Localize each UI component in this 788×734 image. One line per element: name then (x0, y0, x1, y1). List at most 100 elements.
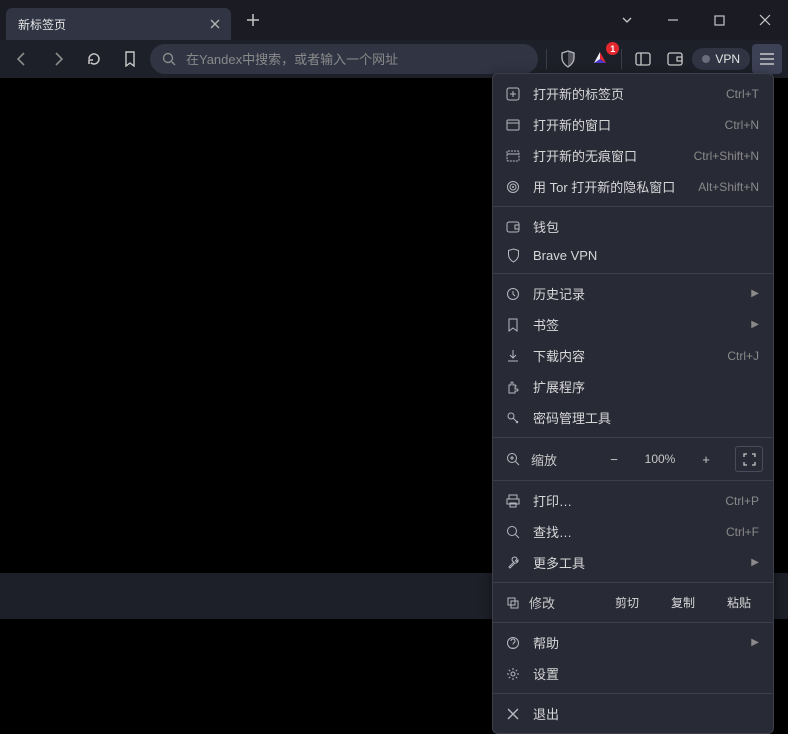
menu-shortcut: Ctrl+P (725, 494, 759, 508)
puzzle-icon (505, 380, 521, 394)
menu-label: 退出 (533, 704, 759, 723)
zoom-value: 100% (637, 452, 683, 466)
menu-label: 打开新的无痕窗口 (533, 146, 682, 165)
chevron-right-icon: ▶ (751, 288, 759, 299)
reload-button[interactable] (78, 43, 110, 75)
fullscreen-button[interactable] (735, 446, 763, 472)
window-icon (505, 119, 521, 131)
zoom-icon (505, 452, 521, 466)
gear-icon (505, 667, 521, 681)
download-icon (505, 349, 521, 363)
menu-item-bookmarks[interactable]: 书签 ▶ (493, 309, 773, 340)
menu-shortcut: Ctrl+T (726, 87, 759, 101)
close-icon[interactable] (207, 16, 223, 32)
menu-label: 下载内容 (533, 346, 715, 365)
menu-item-edit: 修改 剪切 复制 粘贴 (493, 587, 773, 618)
menu-item-zoom: 缩放 − 100% + (493, 442, 773, 476)
maximize-button[interactable] (696, 0, 742, 40)
menu-item-find[interactable]: 查找… Ctrl+F (493, 516, 773, 547)
menu-item-downloads[interactable]: 下载内容 Ctrl+J (493, 340, 773, 371)
menu-shortcut: Ctrl+N (725, 118, 759, 132)
menu-item-new-tor[interactable]: 用 Tor 打开新的隐私窗口 Alt+Shift+N (493, 171, 773, 202)
menu-item-print[interactable]: 打印… Ctrl+P (493, 485, 773, 516)
sidebar-toggle-icon[interactable] (628, 44, 658, 74)
cut-button[interactable]: 剪切 (603, 591, 651, 614)
menu-label: 扩展程序 (533, 377, 759, 396)
bookmark-icon (505, 318, 521, 332)
menu-label: 缩放 (531, 450, 591, 469)
address-bar[interactable] (150, 44, 538, 74)
menu-item-new-incognito[interactable]: 打开新的无痕窗口 Ctrl+Shift+N (493, 140, 773, 171)
search-icon (505, 525, 521, 539)
chevron-down-icon[interactable] (604, 0, 650, 40)
minimize-button[interactable] (650, 0, 696, 40)
close-icon (505, 708, 521, 720)
menu-label: 查找… (533, 522, 714, 541)
menu-shortcut: Ctrl+J (727, 349, 759, 363)
vpn-label: VPN (715, 52, 740, 66)
menu-separator (493, 582, 773, 583)
titlebar: 新标签页 (0, 0, 788, 40)
menu-separator (493, 206, 773, 207)
menu-item-wallet[interactable]: 钱包 (493, 211, 773, 242)
shields-icon[interactable] (553, 44, 583, 74)
menu-label: 打印… (533, 491, 713, 510)
menu-item-exit[interactable]: 退出 (493, 698, 773, 729)
menu-label: Brave VPN (533, 248, 759, 263)
wallet-icon[interactable] (660, 44, 690, 74)
print-icon (505, 494, 521, 508)
address-input[interactable] (186, 52, 526, 67)
menu-shortcut: Ctrl+F (726, 525, 759, 539)
menu-separator (493, 693, 773, 694)
app-menu-button[interactable] (752, 44, 782, 74)
vpn-button[interactable]: VPN (692, 48, 750, 70)
menu-separator (493, 273, 773, 274)
history-icon (505, 287, 521, 301)
back-button[interactable] (6, 43, 38, 75)
menu-shortcut: Alt+Shift+N (698, 180, 759, 194)
incognito-icon (505, 150, 521, 162)
wallet-icon (505, 221, 521, 233)
help-icon (505, 636, 521, 650)
toolbar-right: 1 VPN (542, 44, 782, 74)
menu-label: 密码管理工具 (533, 408, 759, 427)
menu-label: 历史记录 (533, 284, 739, 303)
copy-button[interactable]: 复制 (659, 591, 707, 614)
window-controls (604, 0, 788, 40)
key-icon (505, 411, 521, 425)
new-tab-button[interactable] (239, 6, 267, 34)
new-tab-icon (505, 87, 521, 101)
tab-strip: 新标签页 (0, 0, 267, 40)
menu-label: 打开新的标签页 (533, 84, 714, 103)
menu-label: 书签 (533, 315, 739, 334)
brave-rewards-icon[interactable]: 1 (585, 44, 615, 74)
menu-label: 打开新的窗口 (533, 115, 713, 134)
menu-item-settings[interactable]: 设置 (493, 658, 773, 689)
menu-separator (493, 437, 773, 438)
bookmark-button[interactable] (114, 43, 146, 75)
vpn-status-dot (702, 55, 710, 63)
menu-item-more-tools[interactable]: 更多工具 ▶ (493, 547, 773, 578)
tab-title: 新标签页 (18, 16, 207, 33)
menu-item-history[interactable]: 历史记录 ▶ (493, 278, 773, 309)
tor-icon (505, 180, 521, 194)
menu-item-new-tab[interactable]: 打开新的标签页 Ctrl+T (493, 78, 773, 109)
forward-button[interactable] (42, 43, 74, 75)
zoom-in-button[interactable]: + (693, 446, 719, 472)
menu-item-brave-vpn[interactable]: Brave VPN (493, 242, 773, 269)
menu-label: 用 Tor 打开新的隐私窗口 (533, 177, 686, 196)
close-button[interactable] (742, 0, 788, 40)
menu-item-new-window[interactable]: 打开新的窗口 Ctrl+N (493, 109, 773, 140)
paste-button[interactable]: 粘贴 (715, 591, 763, 614)
menu-separator (493, 622, 773, 623)
menu-item-help[interactable]: 帮助 ▶ (493, 627, 773, 658)
shield-icon (505, 248, 521, 263)
zoom-out-button[interactable]: − (601, 446, 627, 472)
search-icon (162, 52, 176, 66)
menu-item-extensions[interactable]: 扩展程序 (493, 371, 773, 402)
tab-new-tab[interactable]: 新标签页 (6, 8, 231, 40)
chevron-right-icon: ▶ (751, 637, 759, 648)
menu-label: 帮助 (533, 633, 739, 652)
menu-label: 钱包 (533, 217, 759, 236)
menu-item-passwords[interactable]: 密码管理工具 (493, 402, 773, 433)
